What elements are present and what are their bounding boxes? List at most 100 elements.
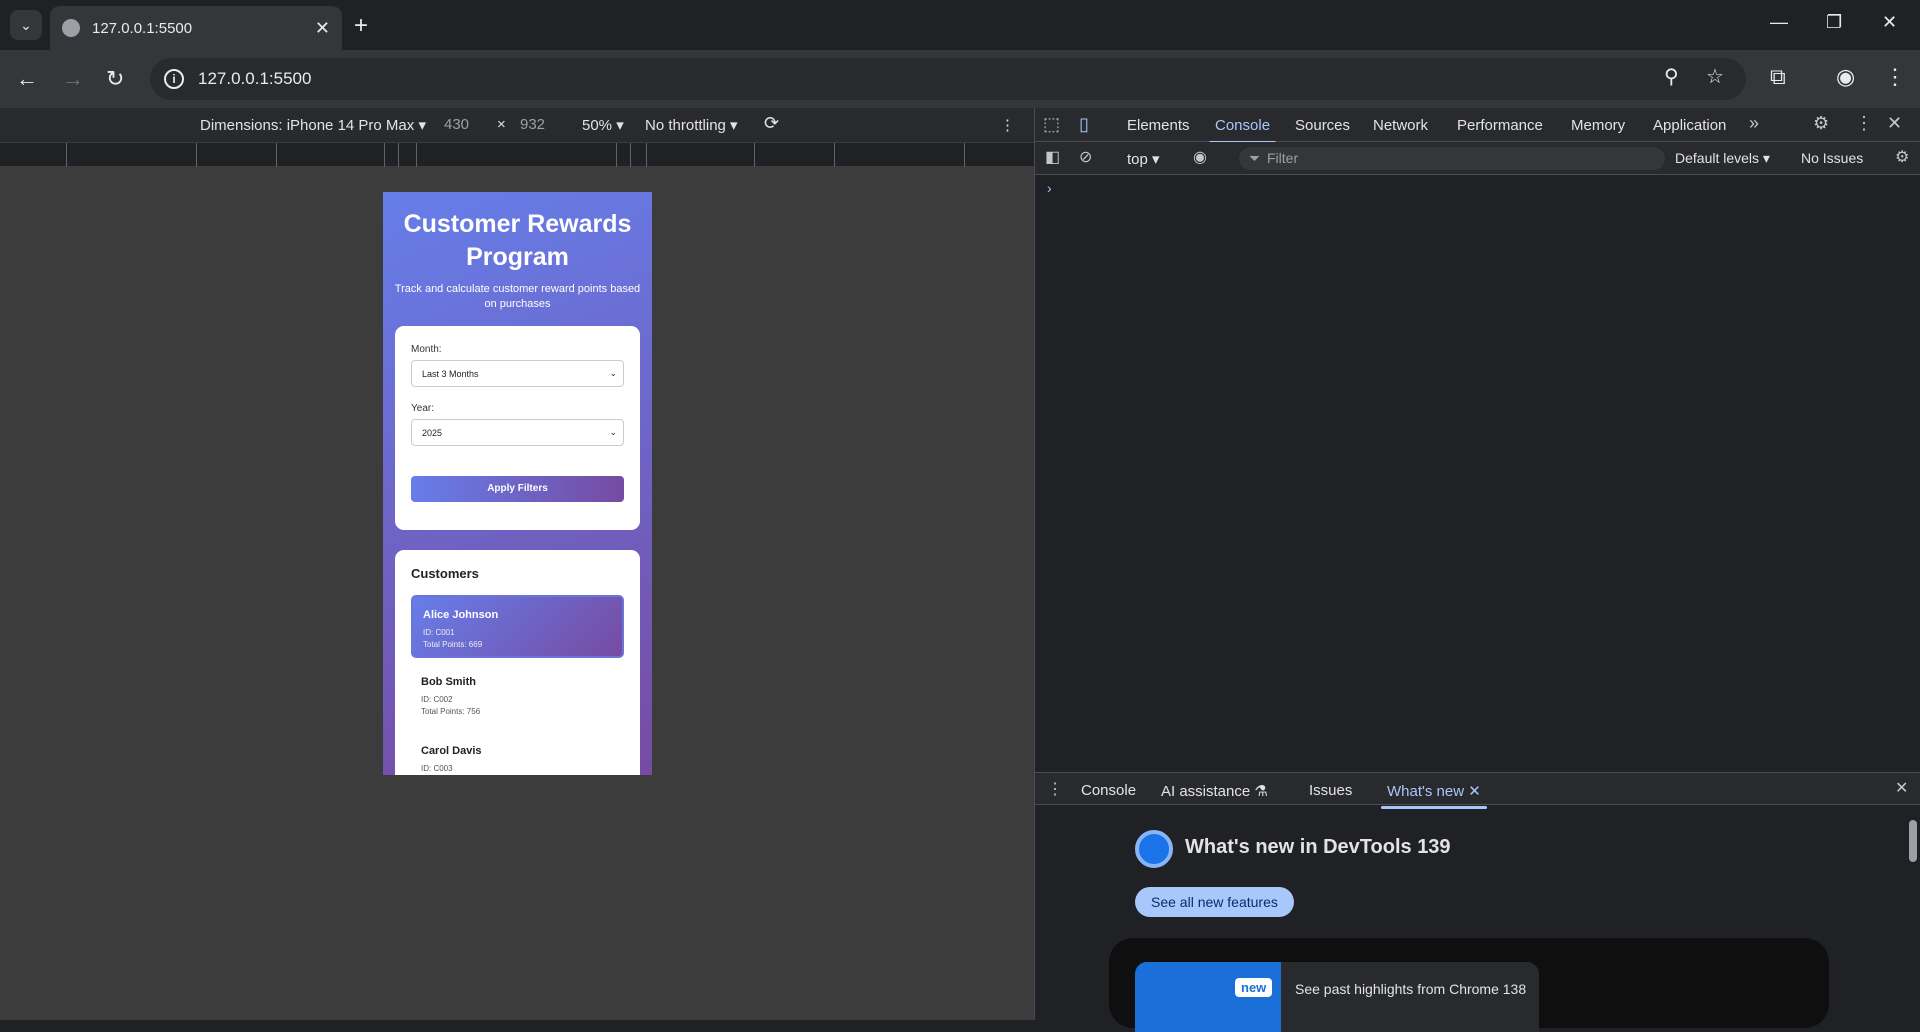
- close-drawer-icon[interactable]: ✕: [1895, 778, 1908, 798]
- browser-tab[interactable]: 127.0.0.1:5500 ✕: [50, 6, 342, 50]
- filter-placeholder: Filter: [1267, 150, 1299, 166]
- device-toolbar: Dimensions: iPhone 14 Pro Max ▾ 430 × 93…: [0, 108, 1034, 142]
- customer-meta: ID: C002 Total Points: 756: [421, 695, 481, 716]
- close-tab-icon[interactable]: ✕: [315, 18, 330, 39]
- close-devtools-icon[interactable]: ✕: [1887, 113, 1902, 134]
- zoom-select[interactable]: 50% ▾: [582, 116, 624, 134]
- restore-icon[interactable]: ❐: [1826, 12, 1842, 33]
- see-all-features-button[interactable]: See all new features: [1135, 887, 1294, 917]
- tab-performance[interactable]: Performance: [1457, 117, 1543, 134]
- device-width-input[interactable]: 430: [444, 116, 469, 133]
- customer-name: Bob Smith: [421, 676, 476, 688]
- tab-elements[interactable]: Elements: [1127, 117, 1190, 134]
- devtools-drawer: ⋮ Console AI assistance ⚗ Issues What's …: [1035, 772, 1920, 1032]
- console-prompt-icon[interactable]: ›: [1047, 180, 1052, 196]
- bookmark-star-icon[interactable]: ☆: [1706, 64, 1724, 89]
- tab-network[interactable]: Network: [1373, 117, 1428, 134]
- menu-icon[interactable]: ⋮: [1884, 64, 1906, 90]
- dimension-separator: ×: [497, 116, 506, 133]
- devtools-menu-icon[interactable]: ⋮: [1855, 113, 1873, 134]
- device-height-input[interactable]: 932: [520, 116, 545, 133]
- page-subtitle: Track and calculate customer reward poin…: [394, 283, 641, 310]
- filters-card: Month: Last 3 Months ⌄ Year: 2025 ⌄ Appl…: [395, 326, 640, 530]
- zoom-icon[interactable]: ⚲: [1664, 64, 1679, 89]
- tab-strip: ⌄ 127.0.0.1:5500 ✕ + — ❐ ✕: [0, 0, 1920, 50]
- device-toggle-icon[interactable]: ▯: [1079, 114, 1089, 135]
- whats-new-title: What's new in DevTools 139: [1185, 836, 1451, 858]
- more-tabs-icon[interactable]: »: [1749, 113, 1759, 134]
- drawer-tab-console[interactable]: Console: [1081, 782, 1136, 799]
- address-bar[interactable]: i 127.0.0.1:5500: [150, 58, 1746, 100]
- tab-search-button[interactable]: ⌄: [10, 10, 42, 40]
- globe-icon: [62, 19, 80, 37]
- customers-heading: Customers: [411, 566, 479, 581]
- chevron-down-icon: ⌄: [609, 427, 617, 437]
- year-select[interactable]: 2025 ⌄: [411, 419, 624, 446]
- tab-console[interactable]: Console: [1208, 117, 1277, 144]
- drawer-scrollbar[interactable]: [1909, 820, 1917, 862]
- customer-item[interactable]: Carol Davis ID: C003: [411, 733, 624, 775]
- eye-icon[interactable]: ◉: [1193, 147, 1207, 167]
- log-levels-select[interactable]: Default levels ▾: [1675, 150, 1770, 167]
- profile-icon[interactable]: ◉: [1836, 64, 1855, 90]
- apply-filters-button[interactable]: Apply Filters: [411, 476, 624, 502]
- page-title: Customer Rewards Program: [403, 210, 632, 271]
- browser-toolbar: ← → ↻ i 127.0.0.1:5500 ⚲ ☆ ⧉ ◉ ⋮: [0, 50, 1920, 108]
- drawer-tab-issues[interactable]: Issues: [1309, 782, 1352, 799]
- month-select[interactable]: Last 3 Months ⌄: [411, 360, 624, 387]
- sidebar-toggle-icon[interactable]: ◧: [1045, 147, 1060, 167]
- customer-meta: ID: C001 Total Points: 669: [423, 628, 483, 649]
- url-text[interactable]: 127.0.0.1:5500: [198, 69, 311, 89]
- new-tab-button[interactable]: +: [354, 12, 368, 40]
- throttling-select[interactable]: No throttling ▾: [645, 116, 738, 134]
- drawer-menu-icon[interactable]: ⋮: [1047, 779, 1063, 799]
- issues-counter[interactable]: No Issues: [1801, 150, 1863, 166]
- past-highlights-link[interactable]: new See past highlights from Chrome 138: [1135, 962, 1539, 1032]
- month-label: Month:: [411, 344, 442, 355]
- settings-gear-icon[interactable]: ⚙: [1813, 113, 1829, 134]
- rotate-icon[interactable]: ⟳: [764, 113, 779, 134]
- console-filter-input[interactable]: ⏷ Filter: [1239, 147, 1665, 170]
- inspect-element-icon[interactable]: ⬚: [1043, 114, 1060, 135]
- drawer-tab-ai-assistance[interactable]: AI assistance ⚗: [1161, 782, 1268, 800]
- customer-name: Alice Johnson: [423, 609, 499, 621]
- chevron-down-icon: ⌄: [609, 368, 617, 378]
- drawer-tab-whats-new[interactable]: What's new ✕: [1381, 782, 1487, 809]
- year-value: 2025: [422, 428, 443, 438]
- customer-item[interactable]: Bob Smith ID: C002 Total Points: 756: [411, 664, 624, 727]
- devtools-panel: ⬚ ▯ Elements Console Sources Network Per…: [1034, 108, 1920, 1032]
- customer-item[interactable]: Alice Johnson ID: C001 Total Points: 669: [411, 595, 624, 658]
- customers-card: Customers Alice Johnson ID: C001 Total P…: [395, 550, 640, 775]
- close-icon: ✕: [1468, 783, 1481, 800]
- drawer-tabbar: ⋮ Console AI assistance ⚗ Issues What's …: [1035, 772, 1920, 809]
- media-query-ruler[interactable]: [0, 142, 1034, 167]
- close-window-icon[interactable]: ✕: [1882, 12, 1897, 33]
- forward-icon[interactable]: →: [62, 66, 84, 92]
- flask-icon: ⚗: [1254, 783, 1268, 800]
- customer-meta: ID: C003: [421, 764, 453, 773]
- filter-icon: ⏷: [1249, 150, 1261, 166]
- customer-name: Carol Davis: [421, 745, 482, 757]
- highlights-text: See past highlights from Chrome 138: [1295, 981, 1527, 997]
- new-badge: new: [1235, 978, 1273, 997]
- video-thumbnail-icon: new: [1135, 962, 1281, 1032]
- device-more-icon[interactable]: ⋮: [1000, 116, 1015, 134]
- back-icon[interactable]: ←: [16, 66, 38, 92]
- month-value: Last 3 Months: [422, 369, 479, 379]
- chrome-devtools-logo-icon: [1135, 830, 1173, 868]
- extensions-icon[interactable]: ⧉: [1770, 64, 1786, 90]
- device-viewport-area: Customer Rewards Program Track and calcu…: [0, 167, 1034, 1020]
- tab-sources[interactable]: Sources: [1295, 117, 1350, 134]
- mobile-viewport: Customer Rewards Program Track and calcu…: [383, 192, 652, 775]
- site-info-icon[interactable]: i: [164, 69, 184, 89]
- device-dimensions-select[interactable]: Dimensions: iPhone 14 Pro Max ▾: [200, 116, 426, 134]
- console-settings-icon[interactable]: ⚙: [1895, 147, 1909, 167]
- tab-memory[interactable]: Memory: [1571, 117, 1625, 134]
- tab-application[interactable]: Application: [1653, 117, 1726, 134]
- minimize-icon[interactable]: —: [1770, 12, 1788, 33]
- reload-icon[interactable]: ↻: [106, 66, 124, 92]
- devtools-tabbar: ⬚ ▯ Elements Console Sources Network Per…: [1035, 108, 1920, 144]
- clear-console-icon[interactable]: ⊘: [1079, 147, 1092, 167]
- tab-title: 127.0.0.1:5500: [92, 19, 193, 37]
- context-select[interactable]: top ▾: [1127, 150, 1160, 168]
